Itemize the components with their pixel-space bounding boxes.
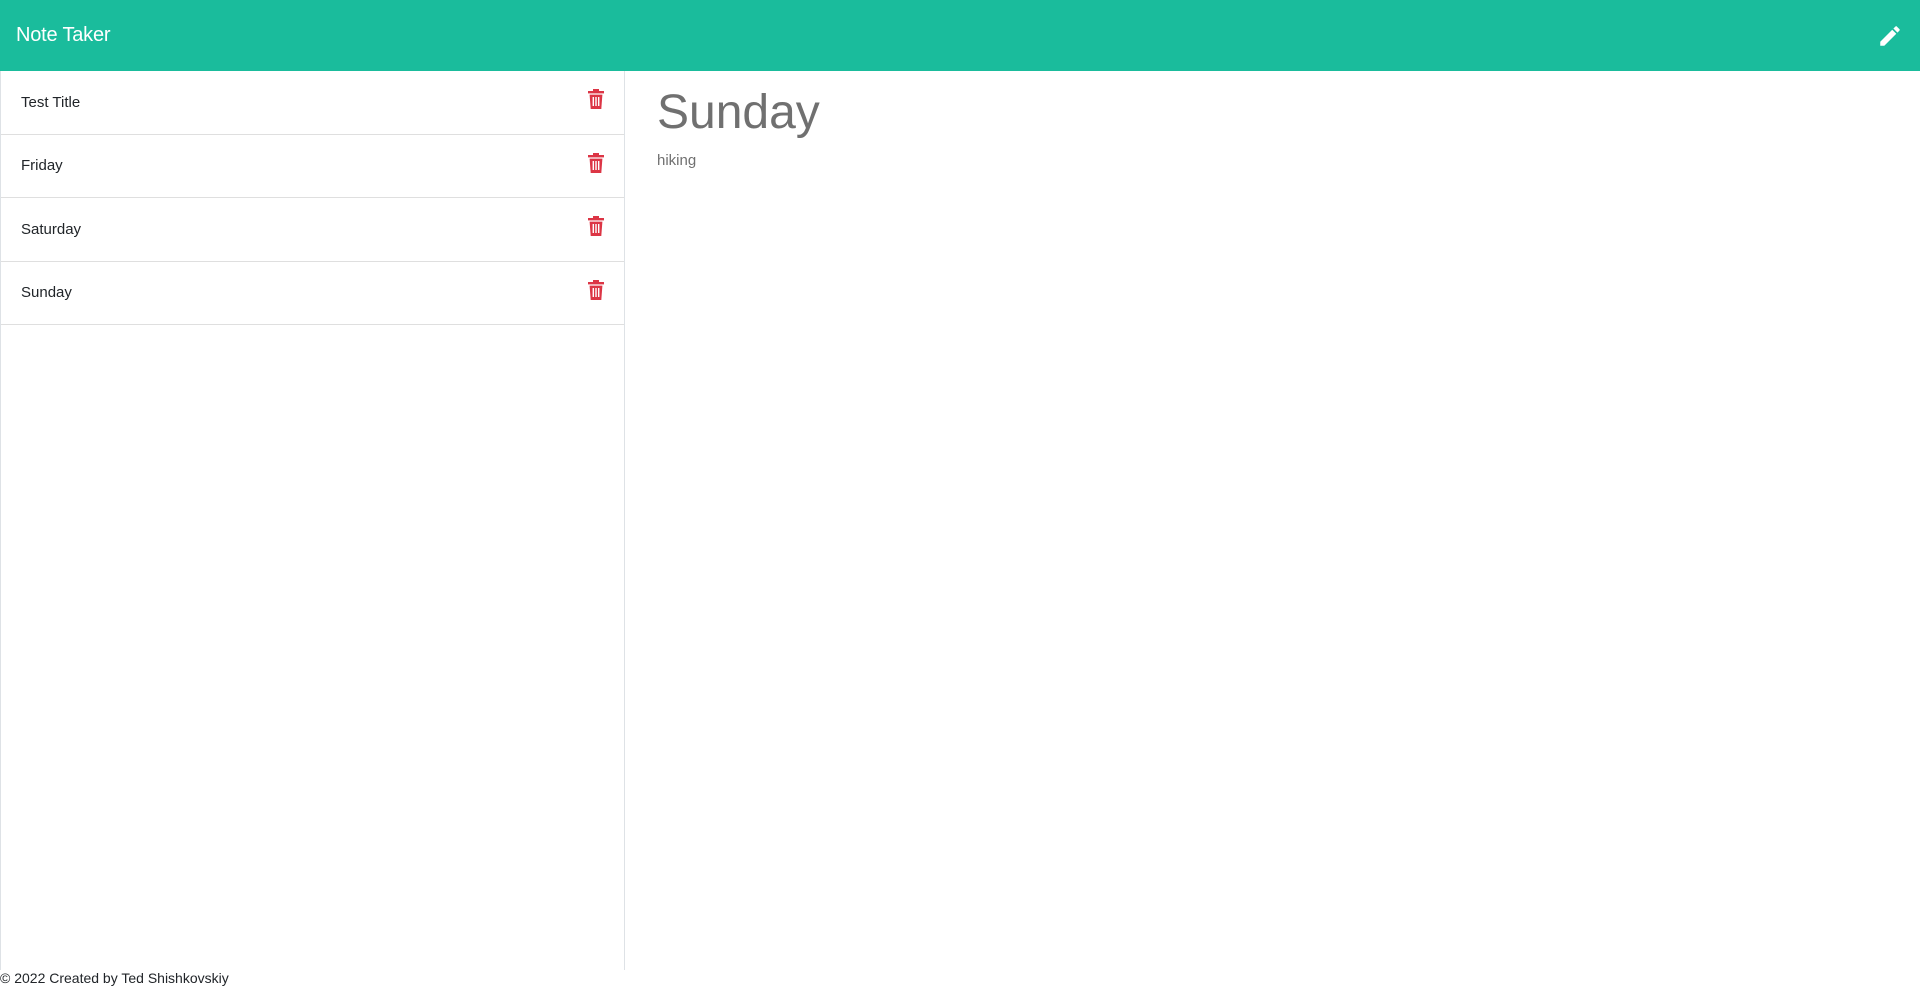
note-list-item[interactable]: Saturday [1,198,624,262]
note-title-field[interactable]: Sunday [657,85,1857,141]
note-text-area[interactable]: hiking [657,152,1857,752]
trash-icon [588,152,604,173]
note-list-item[interactable]: Sunday [1,262,624,325]
pencil-icon [1880,25,1900,46]
trash-icon [588,89,604,110]
note-list-item[interactable]: Test Title [1,71,624,135]
navbar: Note Taker [0,0,1920,71]
trash-icon [588,279,604,300]
footer: © 2022 Created by Ted Shishkovskiy [0,970,229,986]
note-item-title: Saturday [21,220,82,238]
note-item-title: Friday [21,157,63,175]
delete-note-button[interactable] [587,279,605,301]
note-item-title: Test Title [21,93,81,111]
new-note-button[interactable] [1876,22,1904,50]
app-title[interactable]: Note Taker [16,24,111,47]
note-list-item[interactable]: Friday [1,135,624,198]
note-list: Test Title Friday Saturday Sunday [0,71,625,970]
delete-note-button[interactable] [587,215,605,237]
delete-note-button[interactable] [587,88,605,110]
note-editor: Sunday hiking [657,71,1897,961]
footer-text: © 2022 Created by Ted Shishkovskiy [0,970,229,986]
trash-icon [588,216,604,237]
delete-note-button[interactable] [587,152,605,174]
note-item-title: Sunday [21,284,72,302]
